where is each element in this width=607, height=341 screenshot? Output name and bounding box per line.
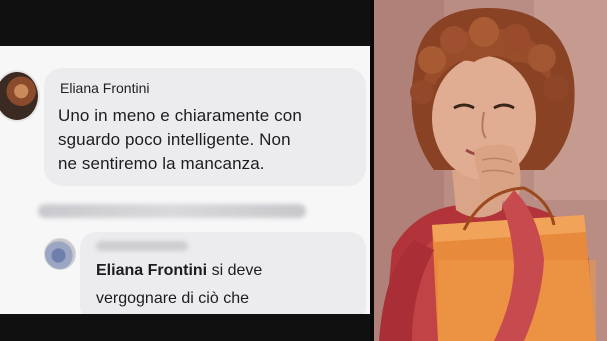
comment-text: Uno in meno e chiaramente con sguardo po…	[58, 104, 370, 176]
top-black-bar	[0, 0, 372, 46]
comment-text-line-3: ne sentiremo la mancanza.	[58, 154, 265, 173]
comment-screenshot: Eliana Frontini Uno in meno e chiarament…	[0, 0, 372, 341]
reply-text-line-2: vergognare di ciò che	[96, 290, 249, 307]
portrait-illustration	[374, 0, 607, 341]
comment-author-name[interactable]: Eliana Frontini	[60, 80, 150, 96]
reply-text-line-1: Eliana Frontini si deve	[96, 262, 262, 280]
bottom-black-bar	[0, 314, 372, 341]
portrait-photo	[374, 0, 607, 341]
reply-author-avatar[interactable]	[44, 238, 76, 270]
reply-mention[interactable]: Eliana Frontini	[96, 262, 207, 279]
blurred-reply-author-name	[96, 241, 188, 251]
comment-text-line-1: Uno in meno e chiaramente con	[58, 106, 302, 125]
comment-text-line-2: sguardo poco intelligente. Non	[58, 130, 291, 149]
blurred-previous-replies-link[interactable]	[38, 204, 306, 218]
reply-text-after-mention: si deve	[207, 262, 263, 279]
